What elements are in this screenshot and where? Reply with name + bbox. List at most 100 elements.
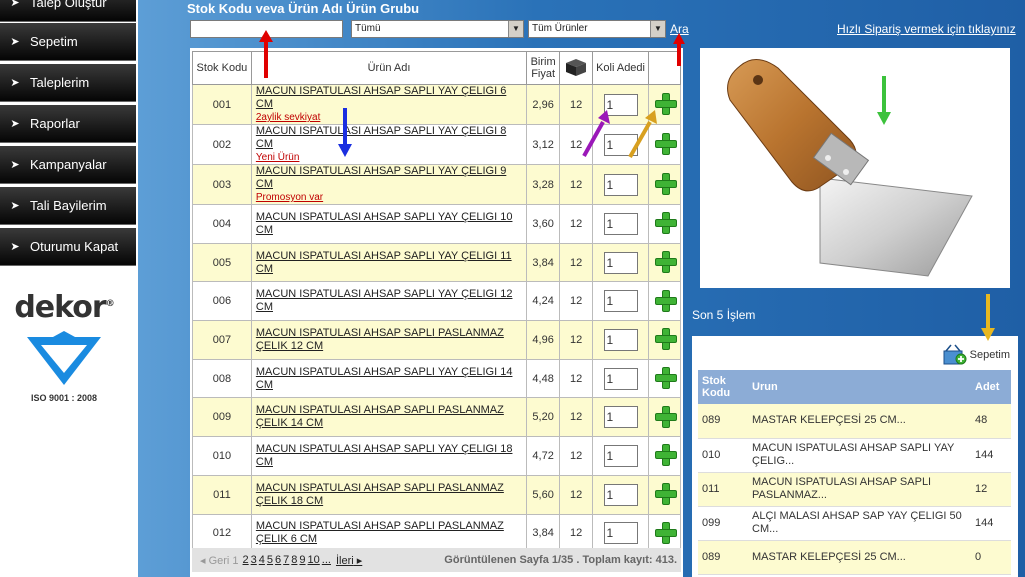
product-link[interactable]: MACUN ISPATULASI AHSAP SAPLI YAY ÇELIGI … [256, 288, 513, 313]
add-to-cart-icon[interactable] [654, 289, 677, 312]
qty-input[interactable]: 1 [603, 483, 638, 506]
pager-page-link[interactable]: ... [322, 554, 331, 566]
pager-prev[interactable]: ◂ Geri 1 [200, 554, 239, 567]
sidebar-item-oturumu-kapat[interactable]: ➤ Oturumu Kapat [0, 228, 136, 266]
product-table-body: 001 MACUN ISPATULASI AHSAP SAPLI YAY ÇELI… [192, 84, 681, 554]
row-price: 4,24 [526, 281, 561, 322]
qty-input[interactable]: 1 [603, 133, 638, 156]
product-link[interactable]: MACUN ISPATULASI AHSAP SAPLI YAY ÇELIGI … [256, 165, 506, 190]
quick-order-link[interactable]: Hızlı Sipariş vermek için tıklayınız [837, 22, 1016, 36]
product-link[interactable]: MACUN ISPATULASI AHSAP SAPLI YAY ÇELIGI … [256, 125, 506, 150]
product-select[interactable]: Tüm Ürünler ▼ [528, 20, 666, 38]
row-code: 008 [192, 358, 252, 399]
product-link[interactable]: MACUN ISPATULASI AHSAP SAPLI YAY ÇELIGI … [256, 250, 512, 275]
logo-brand: dekor® [14, 290, 114, 325]
qty-input[interactable]: 1 [603, 406, 638, 429]
col-header-price: Birim Fiyat [526, 51, 561, 85]
add-to-cart-icon[interactable] [654, 250, 677, 274]
row-name: MACUN ISPATULASI AHSAP SAPLI YAY ÇELIGI … [250, 242, 528, 283]
row-box-count: 12 [559, 436, 594, 476]
group-select-value: Tümü [355, 23, 381, 34]
product-link[interactable]: MACUN ISPATULASI AHSAP SAPLI PASLANMAZ Ç… [256, 520, 504, 545]
product-link[interactable]: MACUN ISPATULASI AHSAP SAPLI YAY ÇELIGI … [256, 366, 513, 391]
row-code: 004 [192, 204, 252, 244]
add-to-cart-icon[interactable] [654, 521, 677, 544]
col-header-qty: Koli Adedi [592, 51, 649, 85]
recent-name: MASTAR KELEPÇESİ 25 CM... [748, 404, 971, 439]
sidebar-item-raporlar[interactable]: ➤ Raporlar [0, 105, 136, 143]
row-qty-cell: 1 [592, 84, 649, 125]
add-to-cart-icon[interactable] [654, 482, 677, 506]
qty-input[interactable]: 1 [603, 251, 638, 274]
add-to-cart-icon[interactable] [654, 443, 677, 467]
sidebar-item-kampanyalar[interactable]: ➤ Kampanyalar [0, 146, 136, 184]
add-to-cart-icon[interactable] [654, 327, 677, 351]
row-add-cell [648, 204, 681, 244]
add-to-cart-icon[interactable] [654, 405, 677, 428]
table-row: 006 MACUN ISPATULASI AHSAP SAPLI YAY ÇELI… [192, 281, 681, 322]
product-link[interactable]: MACUN ISPATULASI AHSAP SAPLI PASLANMAZ Ç… [256, 327, 504, 352]
product-link[interactable]: MACUN ISPATULASI AHSAP SAPLI YAY ÇELIGI … [256, 443, 513, 468]
row-code: 006 [192, 281, 252, 322]
qty-input[interactable]: 1 [603, 93, 638, 116]
sidebar-item-tali-bayilerim[interactable]: ➤ Tali Bayilerim [0, 187, 136, 225]
row-add-cell [648, 124, 681, 165]
add-to-cart-icon[interactable] [654, 211, 677, 235]
recent-col-code: Stok Kodu [698, 370, 748, 404]
search-link[interactable]: Ara [670, 22, 689, 36]
sidebar-item-taleplerim[interactable]: ➤ Taleplerim [0, 64, 136, 102]
pager-page-link[interactable]: 10 [308, 554, 320, 566]
arrow-right-icon: ➤ [10, 241, 20, 253]
product-tag-link[interactable]: Yeni Ürün [256, 151, 526, 164]
row-price: 3,28 [526, 164, 561, 205]
pager-next[interactable]: İleri ▸ [336, 554, 362, 567]
row-code: 007 [192, 320, 252, 360]
pager-page-link[interactable]: 7 [283, 554, 289, 566]
row-box-count: 12 [559, 84, 594, 125]
qty-input[interactable]: 1 [603, 290, 638, 313]
add-to-cart-icon[interactable] [654, 92, 677, 115]
product-tag-link[interactable]: Promosyon var [256, 191, 526, 204]
sidebar-item-label: Tali Bayilerim [30, 198, 107, 213]
recent-name: MACUN ISPATULASI AHSAP SAPLI YAY ÇELIG..… [748, 438, 971, 473]
pager-page-link[interactable]: 9 [299, 554, 305, 566]
arrow-right-icon: ➤ [10, 36, 20, 48]
arrow-right-icon: ➤ [10, 77, 20, 89]
qty-input[interactable]: 1 [603, 444, 638, 467]
search-input[interactable] [190, 20, 343, 38]
qty-input[interactable]: 1 [603, 173, 638, 196]
product-table: Stok Kodu Ürün Adı Birim Fiyat Koli Aded… [192, 51, 681, 554]
product-link[interactable]: MACUN ISPATULASI AHSAP SAPLI YAY ÇELIGI … [256, 85, 506, 110]
pager-page-link[interactable]: 4 [259, 554, 265, 566]
pager-page-link[interactable]: 5 [267, 554, 273, 566]
product-tag-link[interactable]: 2aylik sevkiyat [256, 111, 526, 124]
row-name: MACUN ISPATULASI AHSAP SAPLI YAY ÇELIGI … [250, 164, 528, 205]
add-to-cart-icon[interactable] [654, 132, 677, 155]
qty-input[interactable]: 1 [603, 212, 638, 235]
group-select[interactable]: Tümü ▼ [351, 20, 524, 38]
pager-page-link[interactable]: 8 [291, 554, 297, 566]
sidebar-item-talep-olustur[interactable]: ➤ Talep Oluştur [0, 0, 136, 22]
product-link[interactable]: MACUN ISPATULASI AHSAP SAPLI YAY ÇELIGI … [256, 211, 513, 236]
pager-page-link[interactable]: 3 [251, 554, 257, 566]
pager-page-link[interactable]: 6 [275, 554, 281, 566]
recent-qty: 144 [971, 438, 1011, 473]
recent-qty: 12 [971, 472, 1011, 507]
recent-col-name: Urun [748, 370, 971, 404]
product-link[interactable]: MACUN ISPATULASI AHSAP SAPLI PASLANMAZ Ç… [256, 482, 504, 507]
product-link[interactable]: MACUN ISPATULASI AHSAP SAPLI PASLANMAZ Ç… [256, 404, 504, 429]
row-box-count: 12 [559, 124, 594, 165]
qty-input[interactable]: 1 [603, 522, 638, 545]
pager-page-link[interactable]: 2 [243, 554, 249, 566]
cart-button[interactable]: Sepetim [941, 344, 1010, 366]
qty-input[interactable]: 1 [603, 367, 638, 390]
add-to-cart-icon[interactable] [654, 366, 677, 390]
add-to-cart-icon[interactable] [654, 172, 677, 195]
sidebar-item-sepetim[interactable]: ➤ Sepetim [0, 23, 136, 61]
qty-input[interactable]: 1 [603, 328, 638, 351]
recent-name: MASTAR KELEPÇESİ 25 CM... [748, 540, 971, 575]
recent-code: 089 [698, 404, 748, 439]
chevron-down-icon[interactable]: ▼ [508, 21, 523, 37]
chevron-down-icon[interactable]: ▼ [650, 21, 665, 37]
spatula-image [727, 59, 973, 277]
